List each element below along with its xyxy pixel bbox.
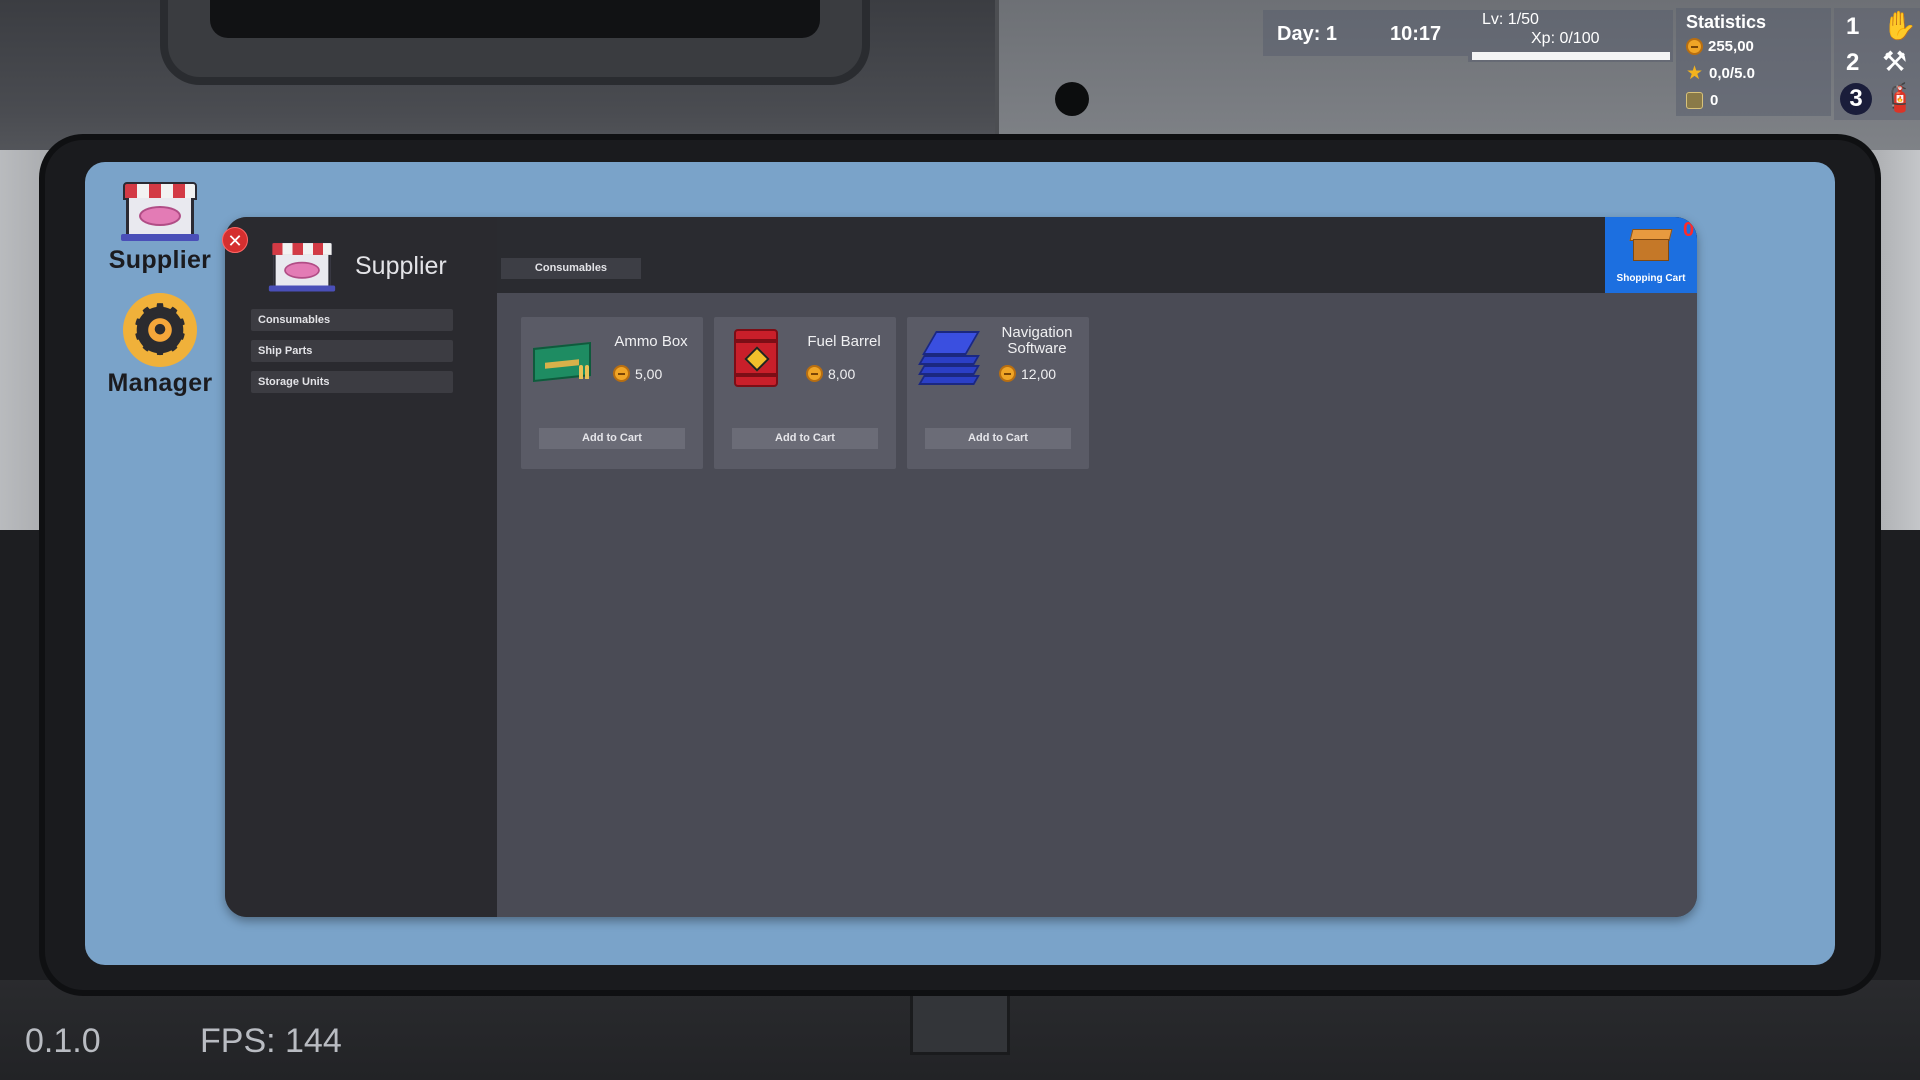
sidebar: Supplier Consumables Ship Parts Storage … bbox=[225, 217, 497, 917]
nav-item-ship-parts[interactable]: Ship Parts bbox=[251, 340, 453, 362]
product-name: Fuel Barrel bbox=[807, 333, 881, 350]
add-to-cart-button[interactable]: Add to Cart bbox=[539, 428, 685, 449]
version-label: 0.1.0 bbox=[25, 1022, 101, 1060]
stat-crew: 0 bbox=[1686, 92, 1718, 109]
hud-level: Lv: 1/50 Xp: 0/100 bbox=[1468, 10, 1673, 62]
navigation-software-icon bbox=[913, 325, 983, 387]
extinguisher-icon: 🧯 bbox=[1882, 82, 1917, 113]
shopping-cart-button[interactable]: 0 Shopping Cart bbox=[1605, 217, 1697, 293]
statistics-title: Statistics bbox=[1686, 12, 1767, 32]
product-name: Navigation Software bbox=[1001, 324, 1073, 357]
xp-bar bbox=[1472, 52, 1670, 60]
hotbar-slot-2[interactable]: 2 ⚒ bbox=[1834, 46, 1920, 80]
wall-hole bbox=[1055, 82, 1089, 116]
hotbar-slot-3[interactable]: 3 🧯 bbox=[1834, 82, 1920, 116]
cart-box-icon bbox=[1629, 223, 1673, 263]
star-icon: ★ bbox=[1686, 63, 1704, 84]
hud-day-time: Day: 1 10:17 bbox=[1263, 10, 1468, 56]
coin-icon bbox=[613, 365, 630, 382]
hammer-icon: ⚒ bbox=[1882, 46, 1908, 77]
day-counter: Day: 1 bbox=[1277, 23, 1338, 45]
nav-item-consumables[interactable]: Consumables bbox=[251, 309, 453, 331]
window-title: Supplier bbox=[355, 251, 447, 280]
product-grid: Ammo Box 5,00 Add to Cart Fuel Barrel 8,… bbox=[521, 317, 1100, 469]
nav-item-storage-units[interactable]: Storage Units bbox=[251, 371, 453, 393]
product-price: 5,00 bbox=[613, 365, 662, 382]
category-nav: Consumables Ship Parts Storage Units bbox=[251, 309, 453, 402]
coin-icon bbox=[1686, 38, 1703, 55]
ceiling-vent-opening bbox=[210, 0, 820, 38]
fuel-barrel-icon bbox=[720, 325, 790, 387]
stat-money: 255,00 bbox=[1686, 38, 1754, 55]
cart-count-badge: 0 bbox=[1683, 219, 1695, 241]
slot-number: 1 bbox=[1846, 13, 1860, 40]
coin-icon bbox=[999, 365, 1016, 382]
rating-value: 0,0/5.0 bbox=[1709, 65, 1755, 82]
add-to-cart-button[interactable]: Add to Cart bbox=[925, 428, 1071, 449]
hand-icon: ✋ bbox=[1882, 10, 1917, 41]
product-price: 8,00 bbox=[806, 365, 855, 382]
monitor-stand bbox=[910, 985, 1010, 1055]
supplier-window: Supplier Consumables Ship Parts Storage … bbox=[225, 217, 1697, 917]
hotbar-slot-1[interactable]: 1 ✋ bbox=[1834, 10, 1920, 44]
add-to-cart-button[interactable]: Add to Cart bbox=[732, 428, 878, 449]
desktop-icon-label: Supplier bbox=[108, 246, 212, 274]
clock: 10:17 bbox=[1390, 23, 1442, 45]
level-label: Lv: 1/50 bbox=[1482, 11, 1539, 28]
gear-icon bbox=[123, 287, 197, 373]
window-header: Supplier bbox=[265, 237, 447, 295]
crew-icon bbox=[1686, 92, 1703, 109]
product-price: 12,00 bbox=[999, 365, 1056, 382]
cart-label: Shopping Cart bbox=[1616, 273, 1686, 284]
product-price-value: 12,00 bbox=[1021, 365, 1057, 382]
ammo-box-icon bbox=[527, 325, 597, 387]
money-value: 255,00 bbox=[1708, 38, 1754, 55]
product-card-fuel-barrel: Fuel Barrel 8,00 Add to Cart bbox=[714, 317, 896, 469]
product-card-navigation-software: Navigation Software 12,00 Add to Cart bbox=[907, 317, 1089, 469]
desktop-icon-label: Manager bbox=[107, 369, 213, 397]
product-area: Consumables 0 Shopping Cart Ammo Box 5,0… bbox=[497, 217, 1697, 917]
window-topbar: Consumables 0 Shopping Cart bbox=[497, 217, 1697, 293]
product-name: Ammo Box bbox=[614, 333, 688, 350]
tab-consumables[interactable]: Consumables bbox=[501, 258, 641, 279]
slot-number: 2 bbox=[1846, 49, 1860, 76]
desktop-icon-manager[interactable]: Manager bbox=[104, 287, 216, 398]
coin-icon bbox=[806, 365, 823, 382]
tool-hotbar: 1 ✋ 2 ⚒ 3 🧯 bbox=[1834, 8, 1920, 120]
slot-number: 3 bbox=[1840, 83, 1872, 115]
desktop-icon-supplier[interactable]: Supplier bbox=[105, 182, 215, 275]
stat-rating: ★ 0,0/5.0 bbox=[1686, 63, 1755, 84]
store-icon bbox=[268, 241, 336, 292]
xp-label: Xp: 0/100 bbox=[1531, 30, 1600, 47]
hud-statistics: Statistics 255,00 ★ 0,0/5.0 0 bbox=[1676, 8, 1831, 116]
product-card-ammo-box: Ammo Box 5,00 Add to Cart bbox=[521, 317, 703, 469]
close-button[interactable]: ✕ bbox=[222, 227, 248, 253]
store-icon bbox=[121, 182, 199, 241]
product-price-value: 8,00 bbox=[828, 365, 856, 382]
fps-counter: FPS: 144 bbox=[200, 1022, 342, 1060]
product-price-value: 5,00 bbox=[635, 365, 663, 382]
crew-value: 0 bbox=[1710, 92, 1719, 109]
